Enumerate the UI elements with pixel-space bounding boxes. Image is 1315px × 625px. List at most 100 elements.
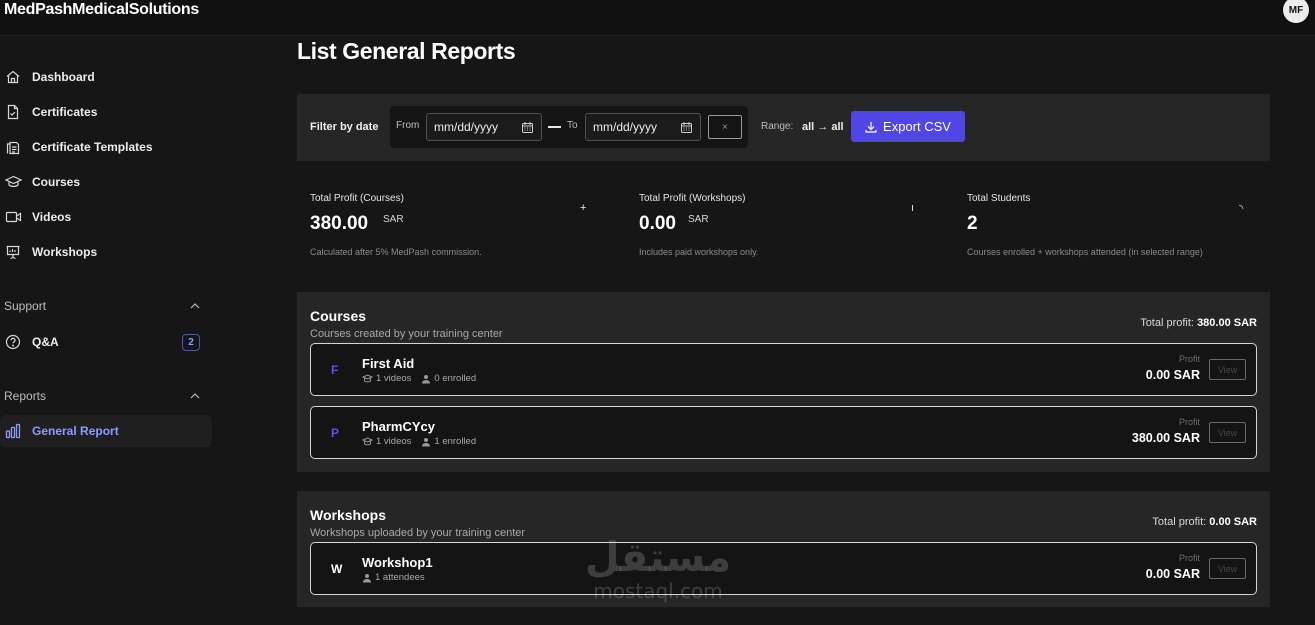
- stat-currency: SAR: [383, 214, 404, 225]
- view-course-button[interactable]: View: [1209, 422, 1246, 443]
- course-videos: 1 videos: [376, 373, 412, 384]
- workshops-title: Workshops: [310, 507, 386, 523]
- export-csv-label: Export CSV: [883, 119, 951, 134]
- video-icon: [362, 436, 373, 445]
- stat-value: 0.00: [639, 213, 676, 234]
- profit-value: 380.00 SAR: [1131, 431, 1200, 445]
- watermark-arabic: مستقل: [584, 535, 732, 581]
- stat-note: Courses enrolled + workshops attended (i…: [967, 247, 1203, 257]
- bar-icon: ı: [911, 202, 915, 214]
- to-label: To: [567, 120, 578, 131]
- graduation-cap-icon: [4, 173, 22, 191]
- download-icon: [865, 121, 877, 133]
- sidebar-item-label: Certificates: [32, 105, 98, 119]
- watermark-latin: mostaql.com: [593, 579, 723, 603]
- sidebar-item-label: Q&A: [32, 335, 59, 349]
- course-row[interactable]: F First Aid 1 videos 0 enrolled Profit 0…: [310, 343, 1257, 396]
- stat-card-course-profit: Total Profit (Courses) 380.00 SAR Calcul…: [310, 186, 600, 266]
- workshops-panel: Workshops Workshops uploaded by your tra…: [297, 491, 1270, 607]
- workshop-initial: W: [331, 562, 343, 576]
- sidebar-item-label: Certificate Templates: [32, 140, 153, 154]
- view-course-button[interactable]: View: [1209, 359, 1246, 380]
- sidebar-item-qa[interactable]: Q&A 2: [0, 326, 212, 358]
- profit-label: Profit: [1178, 553, 1200, 563]
- support-section-toggle[interactable]: Support: [0, 296, 212, 316]
- sidebar-item-label: Courses: [32, 175, 81, 189]
- reports-section-toggle[interactable]: Reports: [0, 386, 212, 406]
- to-date-input[interactable]: mm/dd/yyyy: [585, 113, 701, 141]
- stat-label: Total Profit (Courses): [310, 193, 404, 204]
- filter-label: Filter by date: [310, 121, 379, 133]
- sidebar-item-dashboard[interactable]: Dashboard: [0, 61, 212, 93]
- course-row[interactable]: P PharmCYcy 1 videos 1 enrolled Profit 3…: [310, 406, 1257, 459]
- total-profit-value: 0.00 SAR: [1209, 516, 1257, 528]
- from-date-placeholder: mm/dd/yyyy: [434, 120, 499, 134]
- spinner-icon: ◝: [1239, 203, 1244, 215]
- video-icon: [4, 208, 22, 226]
- person-icon: [422, 374, 431, 383]
- course-enrolled: 0 enrolled: [434, 373, 477, 384]
- documents-icon: [4, 138, 22, 156]
- chevron-up-icon: [190, 303, 200, 309]
- home-icon: [4, 68, 22, 86]
- stat-label: Total Students: [967, 193, 1031, 204]
- sidebar-item-general-report[interactable]: General Report: [0, 415, 212, 447]
- course-meta: 1 videos 1 enrolled: [362, 436, 476, 447]
- clear-dates-button[interactable]: ×: [708, 115, 742, 139]
- sidebar-item-label: General Report: [32, 424, 119, 438]
- profit-value: 0.00 SAR: [1145, 567, 1200, 581]
- brand-logo[interactable]: MedPashMedicalSolutions: [4, 1, 199, 19]
- sidebar-item-videos[interactable]: Videos: [0, 201, 212, 233]
- reports-heading: Reports: [4, 389, 47, 403]
- profit-value: 0.00 SAR: [1145, 368, 1200, 382]
- courses-subtitle: Courses created by your training center: [310, 328, 503, 340]
- view-workshop-button[interactable]: View: [1209, 558, 1246, 579]
- course-initial: F: [331, 363, 339, 377]
- to-date-placeholder: mm/dd/yyyy: [593, 120, 658, 134]
- workshops-subtitle: Workshops uploaded by your training cent…: [310, 527, 526, 539]
- stat-card-workshop-profit: Total Profit (Workshops) 0.00 SAR Includ…: [639, 186, 929, 266]
- top-bar: MedPashMedicalSolutions MF: [0, 0, 1315, 36]
- presentation-icon: [4, 243, 22, 261]
- bar-chart-icon: [4, 422, 22, 440]
- calendar-icon[interactable]: [681, 122, 692, 133]
- stat-note: Calculated after 5% MedPash commission.: [310, 247, 482, 257]
- total-profit-label: Total profit:: [1140, 317, 1194, 329]
- from-date-input[interactable]: mm/dd/yyyy: [426, 113, 542, 141]
- calendar-icon[interactable]: [522, 122, 533, 133]
- qa-count-badge: 2: [182, 333, 200, 351]
- course-meta: 1 videos 0 enrolled: [362, 373, 476, 384]
- user-avatar[interactable]: MF: [1283, 0, 1309, 23]
- courses-panel: Courses Courses created by your training…: [297, 292, 1270, 472]
- person-icon: [422, 437, 431, 446]
- course-name: First Aid: [362, 356, 415, 371]
- stat-label: Total Profit (Workshops): [639, 193, 746, 204]
- courses-title: Courses: [310, 308, 367, 324]
- page-title: List General Reports: [297, 38, 516, 64]
- stat-value: 2: [967, 213, 978, 234]
- sidebar: Dashboard Certificates Certificate Templ…: [0, 37, 218, 625]
- question-circle-icon: [4, 333, 22, 351]
- profit-label: Profit: [1178, 417, 1200, 427]
- stat-value: 380.00: [310, 213, 369, 234]
- course-initial: P: [331, 426, 340, 440]
- course-name: PharmCYcy: [362, 419, 435, 434]
- export-csv-button[interactable]: Export CSV: [851, 111, 965, 142]
- range-dash: [548, 126, 561, 128]
- sidebar-item-label: Workshops: [32, 245, 98, 259]
- sidebar-item-certificate-templates[interactable]: Certificate Templates: [0, 131, 212, 163]
- sidebar-item-workshops[interactable]: Workshops: [0, 236, 212, 268]
- course-videos: 1 videos: [376, 436, 412, 447]
- workshop-row[interactable]: W Workshop1 1 attendees Profit 0.00 SAR …: [310, 542, 1257, 595]
- date-range-group: From mm/dd/yyyy To mm/dd/yyyy ×: [390, 106, 748, 148]
- video-icon: [362, 373, 373, 382]
- sidebar-item-certificates[interactable]: Certificates: [0, 96, 212, 128]
- profit-label: Profit: [1178, 354, 1200, 364]
- stat-card-total-students: Total Students 2 Courses enrolled + work…: [967, 186, 1257, 266]
- workshop-meta: 1 attendees: [362, 572, 425, 583]
- document-check-icon: [4, 103, 22, 121]
- courses-total-profit: Total profit: 380.00 SAR: [1140, 317, 1257, 329]
- watermark: مستقل mostaql.com: [578, 536, 738, 602]
- sidebar-item-courses[interactable]: Courses: [0, 166, 212, 198]
- chevron-up-icon: [190, 393, 200, 399]
